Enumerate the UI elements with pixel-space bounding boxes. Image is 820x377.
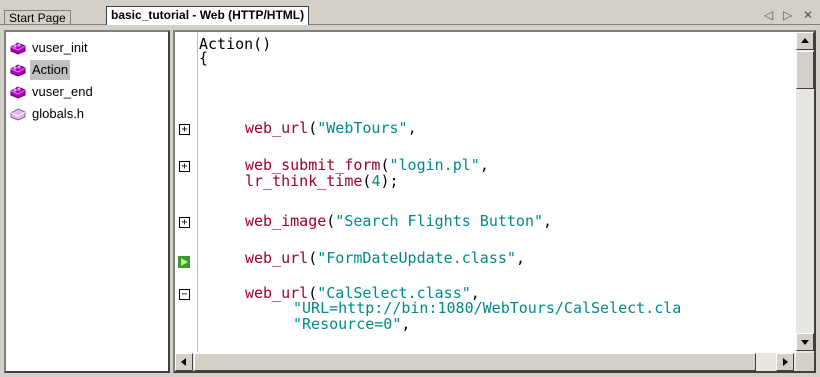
expand-icon[interactable]: + <box>179 217 190 228</box>
code-line: web_submit_form("login.pl", <box>245 156 489 174</box>
scrollbar-corner <box>796 353 814 371</box>
arrow-up-icon <box>801 38 809 43</box>
vertical-scrollbar[interactable] <box>796 32 814 353</box>
document-tab-bar: Start Page basic_tutorial - Web (HTTP/HT… <box>0 0 820 25</box>
horizontal-scroll-thumb[interactable] <box>194 353 756 371</box>
code-line: web_image("Search Flights Button", <box>245 212 553 230</box>
code-line: web_url("WebTours", <box>245 119 417 137</box>
code-editor[interactable]: + + + − Action() { web_url("WebTours", w… <box>173 30 816 373</box>
tab-scroll-right-icon[interactable]: ▷ <box>783 8 792 22</box>
header-file-icon <box>10 107 26 121</box>
scroll-up-button[interactable] <box>796 32 814 50</box>
tree-item-label: globals.h <box>32 106 85 121</box>
code-line: "URL=http://bin:1080/WebTours/CalSelect.… <box>293 299 682 317</box>
code-line: { <box>199 49 209 67</box>
tab-start-page[interactable]: Start Page <box>4 10 71 25</box>
expand-icon[interactable]: + <box>179 124 190 135</box>
code-line: web_url("FormDateUpdate.class", <box>245 249 525 267</box>
code-line: Action() <box>199 35 272 53</box>
code-line: "Resource=0", <box>293 315 411 333</box>
scroll-down-button[interactable] <box>796 333 814 351</box>
arrow-left-icon <box>181 358 186 366</box>
horizontal-scrollbar[interactable] <box>175 353 796 371</box>
arrow-right-icon <box>783 358 788 366</box>
action-brick-icon <box>10 85 26 99</box>
vertical-scroll-thumb[interactable] <box>796 51 814 89</box>
script-editor-window: Start Page basic_tutorial - Web (HTTP/HT… <box>0 0 820 377</box>
action-brick-icon <box>10 63 26 77</box>
tree-item-label: vuser_end <box>32 84 93 99</box>
scroll-left-button[interactable] <box>175 353 193 371</box>
tab-scroll-left-icon[interactable]: ◁ <box>764 8 773 22</box>
action-tree-panel: vuser_init Action vuser_end globals.h <box>4 30 170 373</box>
tree-item-label: Action <box>30 60 71 80</box>
arrow-down-icon <box>801 340 809 345</box>
collapse-icon[interactable]: − <box>179 289 190 300</box>
code-text-area[interactable]: Action() { web_url("WebTours", web_submi… <box>199 32 791 350</box>
tree-item-label: vuser_init <box>32 40 88 55</box>
expand-icon[interactable]: + <box>179 161 190 172</box>
close-tab-icon[interactable]: ✕ <box>803 8 813 22</box>
scroll-right-button[interactable] <box>776 353 794 371</box>
code-line: lr_think_time(4); <box>245 172 399 190</box>
bookmark-icon[interactable] <box>178 253 190 268</box>
action-brick-icon <box>10 41 26 55</box>
tab-basic-tutorial[interactable]: basic_tutorial - Web (HTTP/HTML) <box>106 6 310 25</box>
editor-gutter: + + + − <box>175 32 198 352</box>
